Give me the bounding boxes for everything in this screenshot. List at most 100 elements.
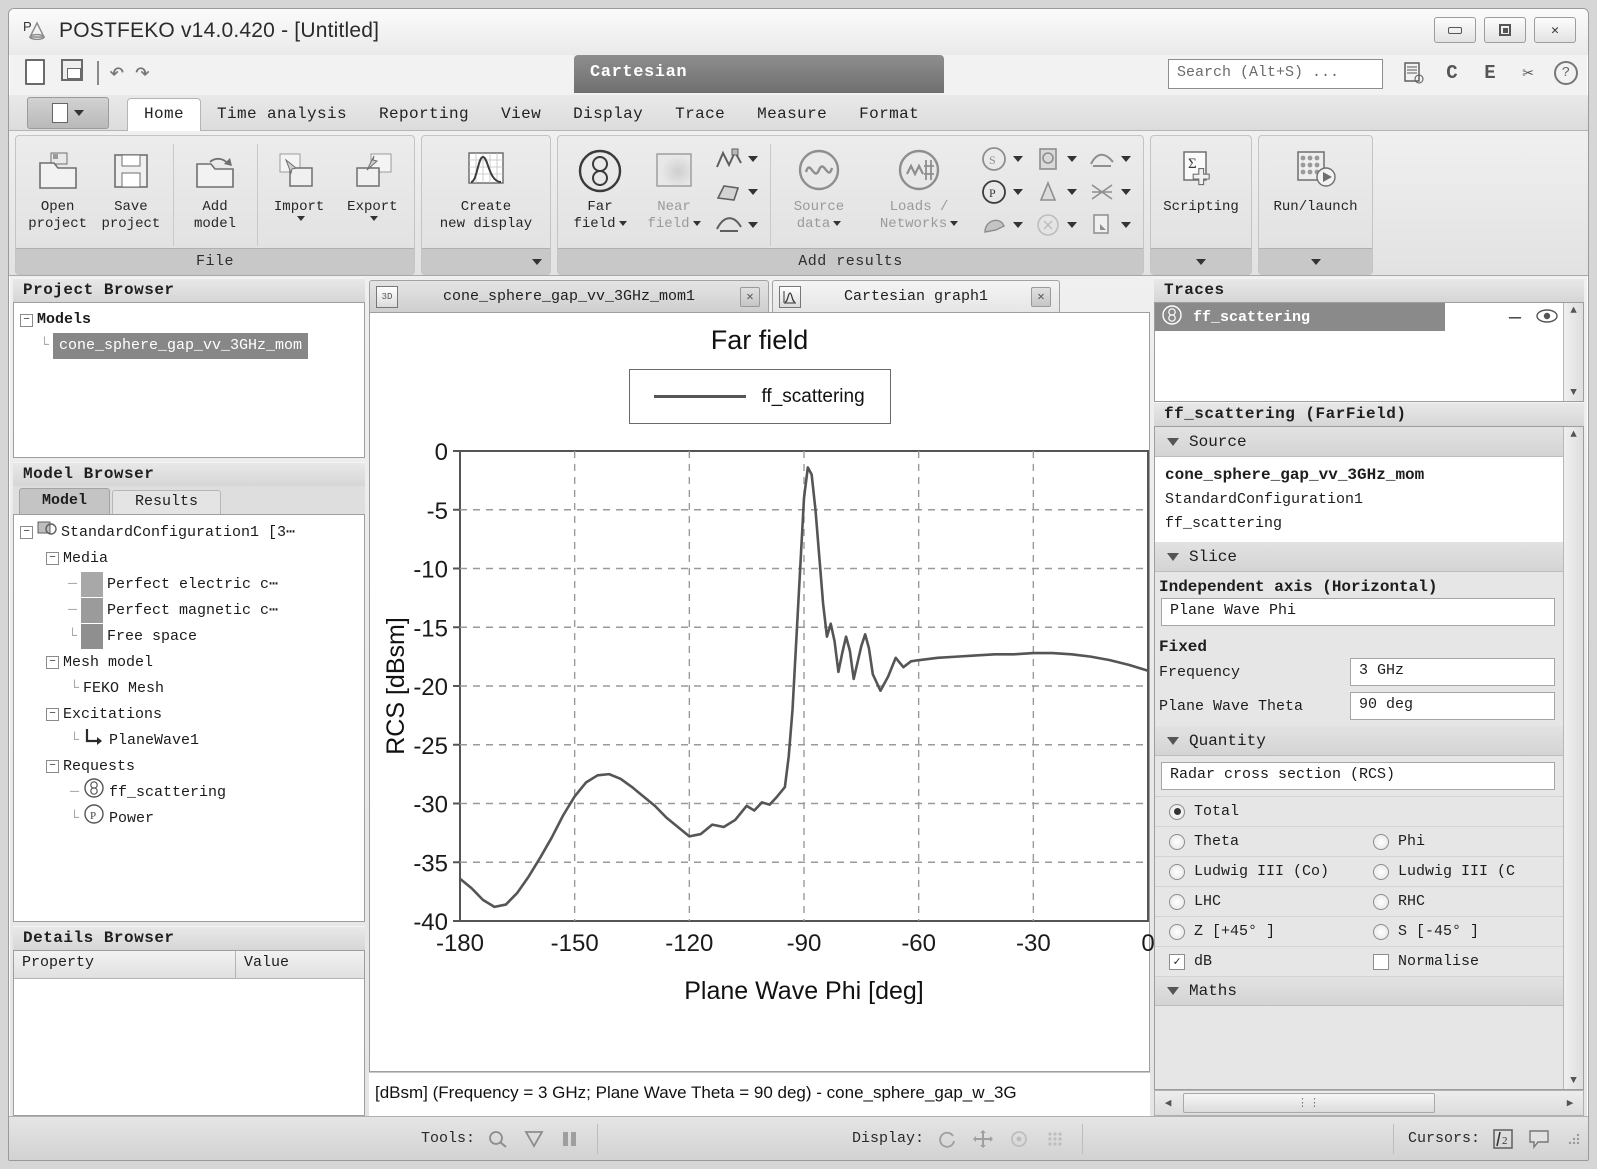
radio-phi[interactable]: Phi bbox=[1359, 827, 1563, 856]
measure-tool-icon[interactable] bbox=[557, 1127, 583, 1151]
run-launch-button[interactable]: Run/launch bbox=[1265, 142, 1366, 216]
close-icon[interactable]: ✕ bbox=[740, 286, 760, 307]
chevron-down-icon[interactable] bbox=[950, 220, 959, 226]
tab-display[interactable]: Display bbox=[557, 99, 659, 131]
tab-view[interactable]: View bbox=[485, 99, 557, 131]
tree-node-ff-scattering[interactable]: ─ ff_scattering bbox=[20, 777, 364, 805]
checkbox-db[interactable]: ✓ dB bbox=[1155, 947, 1359, 976]
radio-ludwig-cross[interactable]: Ludwig III (C bbox=[1359, 857, 1563, 886]
chevron-down-icon[interactable] bbox=[748, 189, 758, 195]
tree-node-feko-mesh[interactable]: └ FEKO Mesh bbox=[20, 675, 364, 701]
chevron-down-icon[interactable] bbox=[369, 216, 378, 221]
close-icon[interactable]: ✕ bbox=[1031, 286, 1051, 307]
editfeko-icon[interactable]: E bbox=[1478, 59, 1502, 87]
save-icon[interactable] bbox=[61, 59, 87, 87]
pan-icon[interactable] bbox=[970, 1127, 996, 1151]
tree-node-models[interactable]: − Models bbox=[20, 307, 364, 333]
undo-icon[interactable]: ↶ bbox=[109, 60, 125, 86]
tree-node-power[interactable]: └ P Power bbox=[20, 803, 364, 831]
hscroll-thumb[interactable]: ⋮⋮ bbox=[1183, 1093, 1435, 1113]
radio-ludwig-co[interactable]: Ludwig III (Co) bbox=[1155, 857, 1359, 886]
select-tool-icon[interactable] bbox=[521, 1127, 547, 1151]
s-parameter-icon[interactable]: S bbox=[977, 144, 1011, 174]
cable-icon[interactable] bbox=[977, 210, 1011, 240]
chevron-down-icon[interactable] bbox=[1013, 189, 1023, 195]
tab-home[interactable]: Home bbox=[127, 98, 202, 132]
chevron-down-icon[interactable] bbox=[833, 220, 842, 226]
expander-icon[interactable]: − bbox=[20, 525, 33, 539]
tree-node-pmc[interactable]: ─ Perfect magnetic c⋯ bbox=[20, 597, 364, 623]
properties-hscrollbar[interactable]: ◀ ⋮⋮ ▶ bbox=[1154, 1090, 1584, 1116]
section-maths[interactable]: Maths bbox=[1155, 976, 1563, 1006]
trace-line-style[interactable]: — bbox=[1509, 307, 1521, 330]
application-menu-button[interactable] bbox=[27, 97, 109, 129]
radio-s-minus45[interactable]: S [-45° ] bbox=[1359, 917, 1563, 946]
create-new-display-button[interactable]: Create new display bbox=[428, 142, 544, 233]
chart-legend[interactable]: ff_scattering bbox=[628, 369, 891, 424]
help-icon[interactable]: ? bbox=[1554, 61, 1578, 85]
quantity-select[interactable]: Radar cross section (RCS) bbox=[1161, 762, 1555, 790]
scripting-button[interactable]: Σ Scripting bbox=[1157, 142, 1245, 216]
scroll-up-icon[interactable]: ▲ bbox=[1570, 429, 1577, 441]
cursor-add-icon[interactable]: 2 bbox=[1490, 1127, 1516, 1151]
section-quantity[interactable]: Quantity bbox=[1155, 726, 1563, 756]
surface-graph-icon[interactable] bbox=[712, 177, 746, 207]
minimize-button[interactable] bbox=[1434, 17, 1476, 43]
details-browser-table[interactable]: Property Value bbox=[13, 950, 365, 1116]
rotate-icon[interactable] bbox=[934, 1127, 960, 1151]
chevron-down-icon[interactable] bbox=[1013, 222, 1023, 228]
scroll-down-icon[interactable]: ▼ bbox=[1570, 1075, 1577, 1087]
mesh-info-icon[interactable] bbox=[1085, 177, 1119, 207]
trace-item-ff-scattering[interactable]: ff_scattering bbox=[1155, 303, 1445, 331]
frequency-input[interactable]: 3 GHz bbox=[1350, 658, 1555, 686]
expander-icon[interactable]: − bbox=[46, 551, 59, 565]
expander-icon[interactable]: − bbox=[20, 313, 33, 327]
cursor-annotation-icon[interactable] bbox=[1526, 1127, 1552, 1151]
open-project-button[interactable]: Open project bbox=[22, 142, 93, 233]
model-browser-tree[interactable]: − StandardConfiguration1 [3⋯ − Media ─ P… bbox=[13, 514, 365, 922]
tab-trace[interactable]: Trace bbox=[659, 99, 741, 131]
add-model-button[interactable]: Add model bbox=[179, 142, 250, 233]
notes-icon[interactable] bbox=[1402, 59, 1426, 87]
chevron-down-icon[interactable] bbox=[1121, 222, 1131, 228]
maximize-button[interactable] bbox=[1484, 17, 1526, 43]
expander-icon[interactable]: − bbox=[46, 759, 59, 773]
eye-icon[interactable] bbox=[1535, 307, 1559, 330]
source-data-button[interactable]: Source data bbox=[777, 142, 861, 233]
chevron-down-icon[interactable] bbox=[1121, 156, 1131, 162]
cadfeko-icon[interactable]: C bbox=[1440, 59, 1464, 87]
expander-icon[interactable]: − bbox=[46, 707, 59, 721]
close-button[interactable]: ✕ bbox=[1534, 17, 1576, 43]
transmission-line-icon[interactable] bbox=[1031, 210, 1065, 240]
grid-display-icon[interactable] bbox=[1042, 1127, 1068, 1151]
traces-list[interactable]: ff_scattering — ▲ ▼ bbox=[1154, 302, 1584, 402]
radio-z-plus45[interactable]: Z [+45° ] bbox=[1155, 917, 1359, 946]
document-tab-3d-model[interactable]: 3D cone_sphere_gap_vv_3GHz_mom1 ✕ bbox=[369, 280, 769, 312]
tree-node-excitations[interactable]: − Excitations bbox=[20, 701, 364, 727]
traces-scrollbar[interactable]: ▲ ▼ bbox=[1563, 303, 1583, 401]
checkbox-normalise[interactable]: Normalise bbox=[1359, 947, 1563, 976]
tree-node-requests[interactable]: − Requests bbox=[20, 753, 364, 779]
scroll-down-icon[interactable]: ▼ bbox=[1570, 387, 1577, 399]
project-browser-tree[interactable]: − Models └ cone_sphere_gap_vv_3GHz_mom bbox=[13, 302, 365, 458]
cartesian-plot[interactable]: Far field ff_scattering 0 -5 -10 -15 -20 -25 -… bbox=[369, 312, 1155, 1072]
near-field-button[interactable]: Near field bbox=[638, 142, 710, 233]
tree-node-plane-wave[interactable]: └ PlaneWave1 bbox=[20, 727, 364, 753]
redo-icon[interactable]: ↷ bbox=[135, 60, 151, 86]
dialog-launcher-icon[interactable] bbox=[1196, 258, 1206, 265]
tree-node-pec[interactable]: ─ Perfect electric c⋯ bbox=[20, 571, 364, 597]
independent-axis-select[interactable]: Plane Wave Phi bbox=[1161, 598, 1555, 626]
tab-reporting[interactable]: Reporting bbox=[363, 99, 485, 131]
radio-lhc[interactable]: LHC bbox=[1155, 887, 1359, 916]
chevron-down-icon[interactable] bbox=[1121, 189, 1131, 195]
iso-surface-icon[interactable] bbox=[1085, 144, 1119, 174]
tab-measure[interactable]: Measure bbox=[741, 99, 843, 131]
section-source[interactable]: Source bbox=[1155, 427, 1563, 457]
radio-total[interactable]: Total bbox=[1155, 797, 1563, 826]
dialog-launcher-icon[interactable] bbox=[532, 258, 542, 265]
scroll-left-icon[interactable]: ◀ bbox=[1155, 1096, 1181, 1110]
dialog-launcher-icon[interactable] bbox=[1310, 258, 1321, 265]
tab-format[interactable]: Format bbox=[843, 99, 935, 131]
zoom-tool-icon[interactable] bbox=[485, 1127, 511, 1151]
loads-networks-button[interactable]: Loads / Networks bbox=[863, 142, 975, 233]
